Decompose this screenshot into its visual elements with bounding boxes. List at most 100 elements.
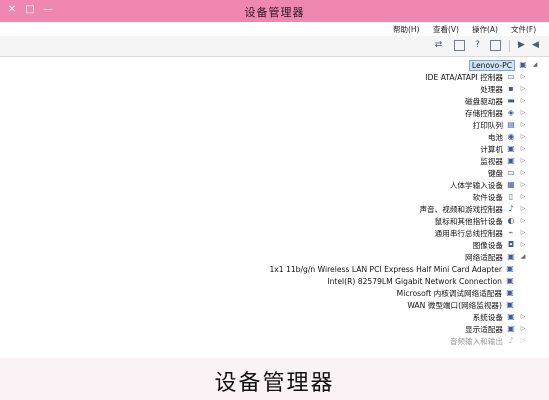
device-label: Intel(R) 82579LM Gigabit Network Connect… — [327, 276, 502, 286]
keyboard-icon: ▭ — [507, 168, 515, 177]
usb-icon: ⌁ — [508, 228, 514, 237]
collapse-icon[interactable]: ◢ — [531, 60, 539, 70]
category-label: 声音、视频和游戏控制器 — [419, 204, 503, 214]
battery-icon: ◉ — [507, 132, 515, 141]
tree-category-audio-io[interactable]: 音频输入和输出 ♪ ▷ — [450, 335, 527, 347]
device-tree: Lenovo-PC ▣ ◢ IDE ATA/ATAPI 控制器 ▭ ▷ 处理器 ▪ ▷ … — [0, 57, 549, 360]
expand-icon[interactable]: ▷ — [519, 120, 527, 130]
scan-icon[interactable]: ⇄ — [433, 40, 444, 51]
hid-icon: ▦ — [507, 180, 515, 189]
category-label: 存储控制器 — [465, 108, 503, 118]
menu-bar: 文件(F) 操作(A) 查看(V) 帮助(H) — [0, 22, 549, 36]
category-label: 计算机 — [480, 144, 503, 154]
expand-icon[interactable]: ▷ — [519, 216, 527, 226]
show-hide-icon[interactable] — [454, 40, 465, 51]
tree-device-wireless[interactable]: 1x1 11b/g/n Wireless LAN PCI Express Hal… — [269, 263, 515, 275]
expand-icon[interactable]: ▷ — [519, 180, 527, 190]
tree-category-computer[interactable]: 计算机 ▣ ▷ — [480, 143, 527, 155]
processor-icon: ▪ — [508, 84, 514, 93]
menu-file[interactable]: 文件(F) — [511, 24, 536, 35]
ide-controller-icon: ▭ — [507, 72, 515, 81]
tree-root[interactable]: Lenovo-PC ▣ ◢ — [468, 59, 539, 71]
camera-icon: ◘ — [507, 240, 515, 249]
expand-icon[interactable]: ▷ — [519, 132, 527, 142]
tree-category-software[interactable]: 软件设备 ▯ ▷ — [473, 191, 527, 203]
toolbar-divider — [509, 40, 510, 52]
expand-icon[interactable]: ▷ — [519, 72, 527, 82]
category-label: 电池 — [487, 132, 503, 142]
category-label: 键盘 — [487, 168, 503, 178]
back-icon[interactable]: ◀ — [530, 40, 541, 51]
expand-icon[interactable]: ▷ — [519, 144, 527, 154]
expand-icon[interactable]: ▷ — [519, 84, 527, 94]
category-label: 磁盘驱动器 — [465, 96, 503, 106]
tree-category-sound[interactable]: 声音、视频和游戏控制器 ♪ ▷ — [419, 203, 527, 215]
tree-category-keyboard[interactable]: 键盘 ▭ ▷ — [488, 167, 527, 179]
menu-help[interactable]: 帮助(H) — [393, 24, 420, 35]
device-label: Microsoft 内核调试网络适配器 — [396, 288, 502, 298]
storage-controller-icon: ◈ — [507, 108, 515, 117]
expand-icon[interactable]: ▷ — [519, 108, 527, 118]
device-label: 1x1 11b/g/n Wireless LAN PCI Express Hal… — [269, 264, 502, 274]
tree-category-monitor[interactable]: 监视器 ▣ ▷ — [480, 155, 527, 167]
window-title: 设备管理器 — [244, 6, 305, 19]
tree-device-ms-debug[interactable]: Microsoft 内核调试网络适配器 ▣ — [397, 287, 515, 299]
disk-drive-icon: ▬ — [507, 96, 515, 105]
category-label: 软件设备 — [472, 192, 503, 202]
display-adapter-icon: ▣ — [507, 324, 515, 333]
computer-icon: ▣ — [519, 60, 527, 69]
expand-icon[interactable]: ▷ — [519, 312, 527, 322]
tree-category-hid[interactable]: 人体学输入设备 ▦ ▷ — [450, 179, 527, 191]
tree-category-storage[interactable]: 存储控制器 ◈ ▷ — [465, 107, 527, 119]
network-adapter-icon: ▣ — [506, 288, 514, 297]
expand-icon[interactable]: ▷ — [519, 240, 527, 250]
caption-text: 设备管理器 — [214, 371, 335, 396]
network-adapter-icon: ▣ — [507, 252, 515, 261]
printer-icon: ▤ — [507, 120, 515, 129]
category-label: 监视器 — [480, 156, 503, 166]
collapse-icon[interactable]: ◢ — [519, 252, 527, 262]
expand-icon[interactable]: ▷ — [519, 324, 527, 334]
tree-device-wan[interactable]: WAN 微型端口(网络监视器) ▣ — [407, 299, 515, 311]
tree-category-battery[interactable]: 电池 ◉ ▷ — [488, 131, 527, 143]
category-label: 鼠标和其他指针设备 — [434, 216, 503, 226]
title-bar: ✕ □ — 设备管理器 — [0, 0, 549, 22]
category-label: 人体学输入设备 — [449, 180, 503, 190]
expand-icon[interactable]: ▷ — [519, 336, 527, 346]
category-label: 显示适配器 — [465, 324, 503, 334]
tree-category-disk[interactable]: 磁盘驱动器 ▬ ▷ — [465, 95, 527, 107]
toolbar: ◀ ▶ ? ⇄ — [0, 36, 549, 57]
computer-icon: ▣ — [507, 144, 515, 153]
help-icon[interactable]: ? — [472, 40, 483, 51]
expand-icon[interactable]: ▷ — [519, 96, 527, 106]
expand-icon[interactable]: ▷ — [519, 168, 527, 178]
system-device-icon: ▣ — [507, 312, 515, 321]
category-label: 处理器 — [480, 84, 503, 94]
monitor-icon: ▣ — [507, 156, 515, 165]
menu-action[interactable]: 操作(A) — [472, 24, 498, 35]
category-label: 网络适配器 — [465, 252, 503, 262]
software-device-icon: ▯ — [508, 192, 514, 201]
tree-category-display[interactable]: 显示适配器 ▣ ▷ — [465, 323, 527, 335]
expand-icon[interactable]: ▷ — [519, 204, 527, 214]
tree-device-intel[interactable]: Intel(R) 82579LM Gigabit Network Connect… — [327, 275, 515, 287]
expand-icon[interactable]: ▷ — [519, 156, 527, 166]
network-adapter-icon: ▣ — [506, 300, 514, 309]
properties-icon[interactable] — [490, 40, 501, 51]
expand-icon[interactable]: ▷ — [519, 228, 527, 238]
tree-root-label: Lenovo-PC — [468, 59, 515, 71]
tree-category-system[interactable]: 系统设备 ▣ ▷ — [473, 311, 527, 323]
forward-icon[interactable]: ▶ — [516, 40, 527, 51]
tree-category-mouse[interactable]: 鼠标和其他指针设备 ◐ ▷ — [435, 215, 527, 227]
tree-category-cpu[interactable]: 处理器 ▪ ▷ — [480, 83, 527, 95]
tree-category-ide[interactable]: IDE ATA/ATAPI 控制器 ▭ ▷ — [425, 71, 527, 83]
expand-icon[interactable]: ▷ — [519, 192, 527, 202]
tree-category-imaging[interactable]: 图像设备 ◘ ▷ — [473, 239, 527, 251]
tree-category-usb[interactable]: 通用串行总线控制器 ⌁ ▷ — [435, 227, 527, 239]
category-label: 音频输入和输出 — [449, 336, 503, 346]
menu-view[interactable]: 查看(V) — [433, 24, 459, 35]
network-adapter-icon: ▣ — [506, 264, 514, 273]
tree-category-network[interactable]: 网络适配器 ▣ ◢ — [465, 251, 527, 263]
speaker-icon: ♪ — [508, 204, 514, 213]
tree-category-print-queue[interactable]: 打印队列 ▤ ▷ — [473, 119, 527, 131]
